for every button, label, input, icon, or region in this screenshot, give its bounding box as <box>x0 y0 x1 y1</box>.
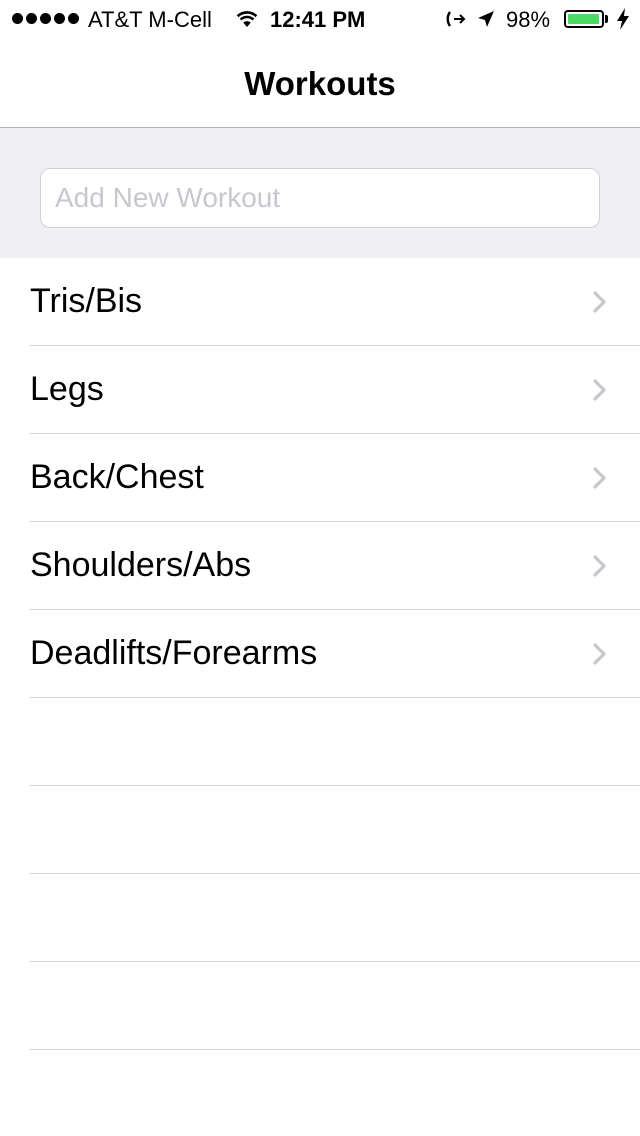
disclosure-chevron-icon <box>592 642 608 666</box>
workout-row[interactable]: Tris/Bis <box>30 258 640 346</box>
call-forwarding-icon <box>446 11 466 27</box>
empty-row <box>30 786 640 874</box>
empty-row <box>30 962 640 1050</box>
battery-level-fill <box>568 14 600 24</box>
battery-percentage: 98% <box>506 7 551 32</box>
add-workout-section <box>0 128 640 258</box>
wifi-icon <box>236 11 258 27</box>
page-title: Workouts <box>244 65 396 102</box>
workout-label: Deadlifts/Forearms <box>30 634 318 672</box>
battery-icon <box>564 10 604 28</box>
carrier-name: AT&T M-Cell <box>88 7 212 32</box>
workout-label: Tris/Bis <box>30 282 143 320</box>
disclosure-chevron-icon <box>592 466 608 490</box>
location-arrow-icon <box>478 11 494 27</box>
workout-row[interactable]: Deadlifts/Forearms <box>30 610 640 698</box>
status-bar: AT&T M-Cell 12:41 PM 98% <box>0 0 640 40</box>
disclosure-chevron-icon <box>592 290 608 314</box>
workout-row[interactable]: Legs <box>30 346 640 434</box>
disclosure-chevron-icon <box>592 378 608 402</box>
workout-row[interactable]: Back/Chest <box>30 434 640 522</box>
signal-dots-icon <box>12 13 82 24</box>
workout-label: Shoulders/Abs <box>30 546 252 584</box>
battery-terminal <box>605 15 608 23</box>
charging-bolt-icon <box>617 8 629 30</box>
empty-row <box>30 874 640 962</box>
disclosure-chevron-icon <box>592 554 608 578</box>
workout-label: Legs <box>30 370 104 408</box>
add-workout-input[interactable] <box>40 168 600 228</box>
navigation-bar: Workouts <box>0 40 640 128</box>
workout-list: Tris/Bis Legs Back/Chest Shoulders/Abs Deadl… <box>0 258 640 1050</box>
workout-row[interactable]: Shoulders/Abs <box>30 522 640 610</box>
workout-label: Back/Chest <box>30 458 204 496</box>
empty-row <box>30 698 640 786</box>
clock-time: 12:41 PM <box>270 7 366 32</box>
